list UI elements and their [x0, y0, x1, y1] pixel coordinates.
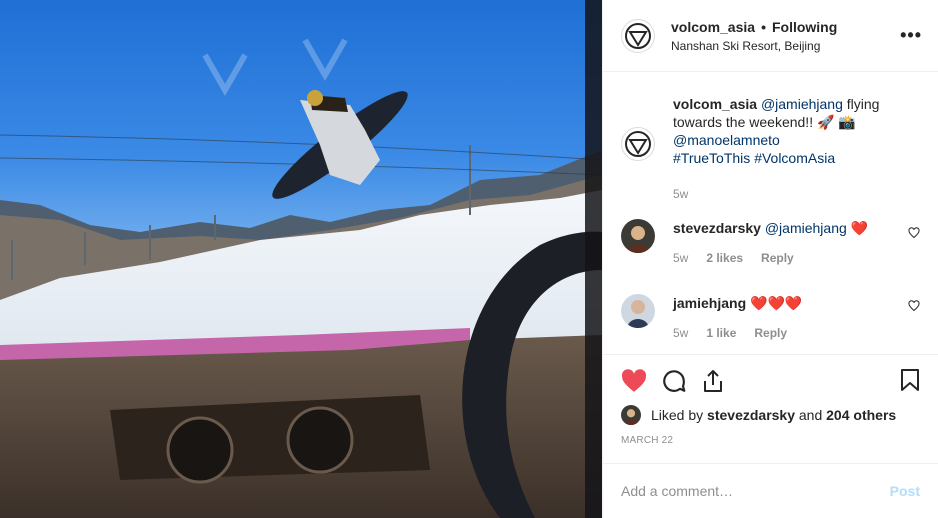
likes-summary: Liked by stevezdarsky and 204 others — [621, 405, 920, 425]
caption-age[interactable]: 5w — [673, 185, 688, 203]
reply-button[interactable]: Reply — [761, 249, 794, 267]
photo-illustration — [0, 0, 602, 518]
post-comment-button[interactable]: Post — [890, 483, 920, 499]
post-side-panel: volcom_asia • Following Nanshan Ski Reso… — [602, 0, 938, 518]
avatar-photo-icon — [621, 294, 655, 328]
following-button[interactable]: Following — [772, 19, 837, 35]
post-date[interactable]: MARCH 22 — [621, 435, 920, 446]
liked-by-prefix: Liked by — [651, 407, 704, 423]
comment-username[interactable]: jamiehjang — [673, 295, 746, 311]
liked-by-user[interactable]: stevezdarsky — [707, 407, 795, 423]
comment-age[interactable]: 5w — [673, 249, 688, 267]
more-options-icon[interactable]: ••• — [900, 25, 922, 46]
post-author-username[interactable]: volcom_asia — [671, 19, 755, 35]
caption-avatar[interactable] — [621, 127, 655, 161]
liker-avatar[interactable] — [621, 405, 641, 425]
avatar-photo-icon — [621, 219, 655, 253]
like-comment-heart-icon[interactable] — [908, 227, 920, 239]
post-actions: Liked by stevezdarsky and 204 others MAR… — [603, 354, 938, 464]
volcom-stone-icon — [625, 131, 651, 157]
comment-text: ❤️❤️❤️ — [750, 295, 803, 311]
comment-mention[interactable]: @jamiehjang — [765, 220, 847, 236]
caption-username[interactable]: volcom_asia — [673, 96, 757, 112]
instagram-post: volcom_asia • Following Nanshan Ski Reso… — [0, 0, 938, 518]
caption-mention[interactable]: @jamiehjang — [761, 96, 843, 112]
reply-button[interactable]: Reply — [754, 324, 787, 342]
hashtag-volcomasia[interactable]: #VolcomAsia — [754, 150, 835, 166]
avatar-photo-icon — [621, 405, 641, 425]
like-heart-icon[interactable] — [621, 369, 647, 393]
commenter-avatar[interactable] — [621, 294, 655, 328]
separator-dot: • — [761, 18, 766, 35]
add-comment-bar: Add a comment… Post — [603, 463, 938, 518]
comment-bubble-icon[interactable] — [661, 368, 687, 394]
hashtag-truetothis[interactable]: #TrueToThis — [673, 150, 750, 166]
post-location[interactable]: Nanshan Ski Resort, Beijing — [671, 39, 900, 53]
comment-age[interactable]: 5w — [673, 324, 688, 342]
post-header: volcom_asia • Following Nanshan Ski Reso… — [603, 0, 938, 72]
comment-likes[interactable]: 1 like — [706, 324, 736, 342]
comment-likes[interactable]: 2 likes — [706, 249, 743, 267]
commenter-avatar[interactable] — [621, 219, 655, 253]
liked-by-others[interactable]: 204 others — [826, 407, 896, 423]
comments-section: volcom_asia @jamiehjang flying towards t… — [603, 73, 938, 354]
save-bookmark-icon[interactable] — [900, 368, 920, 392]
caption-mention-2[interactable]: @manoelamneto — [673, 132, 780, 148]
like-comment-heart-icon[interactable] — [908, 300, 920, 312]
liked-by-and: and — [798, 407, 823, 423]
volcom-stone-icon — [625, 22, 651, 49]
comment-username[interactable]: stevezdarsky — [673, 220, 761, 236]
comment-text: ❤️ — [846, 220, 869, 236]
volcom-logo-avatar[interactable] — [621, 18, 655, 53]
post-photo[interactable] — [0, 0, 602, 518]
share-icon[interactable] — [701, 368, 725, 394]
add-comment-input[interactable]: Add a comment… — [621, 483, 890, 499]
